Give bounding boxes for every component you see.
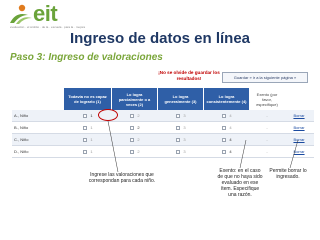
step-subtitle: Paso 3: Ingreso de valoraciones	[10, 52, 163, 63]
callout-delete: Permite borrar lo ingresado.	[269, 168, 307, 180]
child-name: D., Niño	[14, 149, 29, 154]
exempt-value: -	[266, 125, 268, 130]
eit-logo: eit evaluación · el ámbito · de la · esc…	[6, 1, 96, 31]
rating-value: 3	[183, 149, 186, 154]
delete-cell: Borrar	[284, 146, 314, 158]
rating-checkbox[interactable]	[130, 149, 135, 154]
rating-option-2[interactable]: 2	[112, 122, 158, 134]
rating-option-1[interactable]: 1	[64, 146, 112, 158]
rating-option-3[interactable]: 3	[158, 110, 204, 122]
rating-option-3[interactable]: 3	[158, 122, 204, 134]
rating-checkbox[interactable]	[130, 137, 135, 142]
rating-checkbox[interactable]	[83, 113, 88, 118]
header-level-1: Todavía no es capaz de lograrlo (1)	[64, 88, 112, 110]
rating-checkbox[interactable]	[176, 113, 181, 118]
rating-option-4[interactable]: 4	[204, 146, 250, 158]
exempt-value: -	[266, 137, 268, 142]
rating-value: 3	[183, 125, 186, 130]
save-next-button[interactable]: Guardar » ir a la siguiente página »	[222, 72, 308, 83]
exempt-option[interactable]: -	[250, 146, 284, 158]
rating-checkbox[interactable]	[222, 125, 227, 130]
delete-link[interactable]: Borrar	[293, 149, 304, 154]
exempt-value: -	[266, 113, 268, 118]
save-reminder: ¡No se olvide de guardar los resultados!	[158, 70, 220, 81]
rating-value: 1	[90, 137, 93, 142]
table-row: B., Niño 1 2 3 4 - Borrar	[12, 122, 314, 134]
selected-rating-highlight	[98, 109, 118, 121]
exempt-option[interactable]: -	[250, 134, 284, 146]
rating-checkbox[interactable]	[176, 125, 181, 130]
exempt-option[interactable]: -	[250, 122, 284, 134]
table-row: D., Niño 1 2 3 4 - Borrar	[12, 146, 314, 158]
rating-value: 1	[90, 125, 93, 130]
rating-option-4[interactable]: 4	[204, 110, 250, 122]
rating-option-1[interactable]: 1	[64, 122, 112, 134]
delete-cell: Borrar	[284, 122, 314, 134]
rating-value: 4	[229, 149, 232, 154]
logo-text: eit	[33, 1, 58, 26]
rating-value: 4	[229, 113, 232, 118]
delete-cell: Borrar	[284, 110, 314, 122]
rating-checkbox[interactable]	[222, 149, 227, 154]
rating-checkbox[interactable]	[222, 137, 227, 142]
rating-option-4[interactable]: 4	[204, 122, 250, 134]
rating-value: 4	[229, 137, 232, 142]
rating-option-3[interactable]: 3	[158, 146, 204, 158]
rating-value: 2	[137, 113, 140, 118]
delete-link[interactable]: Borrar	[293, 113, 304, 118]
header-empty	[12, 88, 64, 110]
logo-subtitle: evaluación · el ámbito · de la · escuela…	[10, 25, 86, 29]
logo-figure-icon	[10, 4, 32, 24]
rating-checkbox[interactable]	[83, 137, 88, 142]
header-level-4: Lo logra consistentemente (4)	[204, 88, 250, 110]
rating-checkbox[interactable]	[222, 113, 227, 118]
rating-value: 1	[90, 113, 93, 118]
rating-option-2[interactable]: 2	[112, 134, 158, 146]
page-title: Ingreso de datos en línea	[69, 30, 251, 47]
header-exempt: Exento (por favor, especifique)	[250, 88, 284, 110]
exempt-value: -	[266, 149, 268, 154]
rating-value: 4	[229, 125, 232, 130]
rating-option-4[interactable]: 4	[204, 134, 250, 146]
table-row: C., Niño 1 2 3 4 - Borrar	[12, 134, 314, 146]
header-level-2: Lo logra parcialmente o a veces (2)	[112, 88, 158, 110]
header-level-3: Lo logra generalmente (3)	[158, 88, 204, 110]
rating-option-2[interactable]: 2	[112, 110, 158, 122]
delete-link[interactable]: Borrar	[293, 125, 304, 130]
child-name: A., Niño	[14, 113, 29, 118]
exempt-option[interactable]: -	[250, 110, 284, 122]
rating-checkbox[interactable]	[130, 113, 135, 118]
rating-value: 3	[183, 113, 186, 118]
child-name: C., Niño	[14, 137, 29, 142]
rating-value: 1	[90, 149, 93, 154]
ratings-table: Todavía no es capaz de lograrlo (1) Lo l…	[12, 88, 314, 158]
rating-checkbox[interactable]	[83, 149, 88, 154]
rating-checkbox[interactable]	[83, 125, 88, 130]
rating-value: 2	[137, 125, 140, 130]
rating-checkbox[interactable]	[130, 125, 135, 130]
header-actions	[284, 88, 314, 110]
rating-value: 3	[183, 137, 186, 142]
table-header-row: Todavía no es capaz de lograrlo (1) Lo l…	[12, 88, 314, 110]
rating-option-3[interactable]: 3	[158, 134, 204, 146]
child-name: B., Niño	[14, 125, 29, 130]
table-row: A., Niño 1 2 3 4 - Borrar	[12, 110, 314, 122]
delete-cell: Borrar	[284, 134, 314, 146]
callout-exempt: Exento: en el caso de que no haya sido e…	[217, 168, 263, 198]
delete-link[interactable]: Borrar	[293, 137, 304, 142]
rating-checkbox[interactable]	[176, 149, 181, 154]
rating-checkbox[interactable]	[176, 137, 181, 142]
rating-value: 2	[137, 149, 140, 154]
rating-option-2[interactable]: 2	[112, 146, 158, 158]
rating-value: 2	[137, 137, 140, 142]
table-body: A., Niño 1 2 3 4- Borrar B., Niño 1 2 3 4- Borrar C.…	[12, 110, 314, 158]
callout-ratings: Ingrese las valoraciones que corresponda…	[88, 172, 156, 184]
rating-option-1[interactable]: 1	[64, 134, 112, 146]
